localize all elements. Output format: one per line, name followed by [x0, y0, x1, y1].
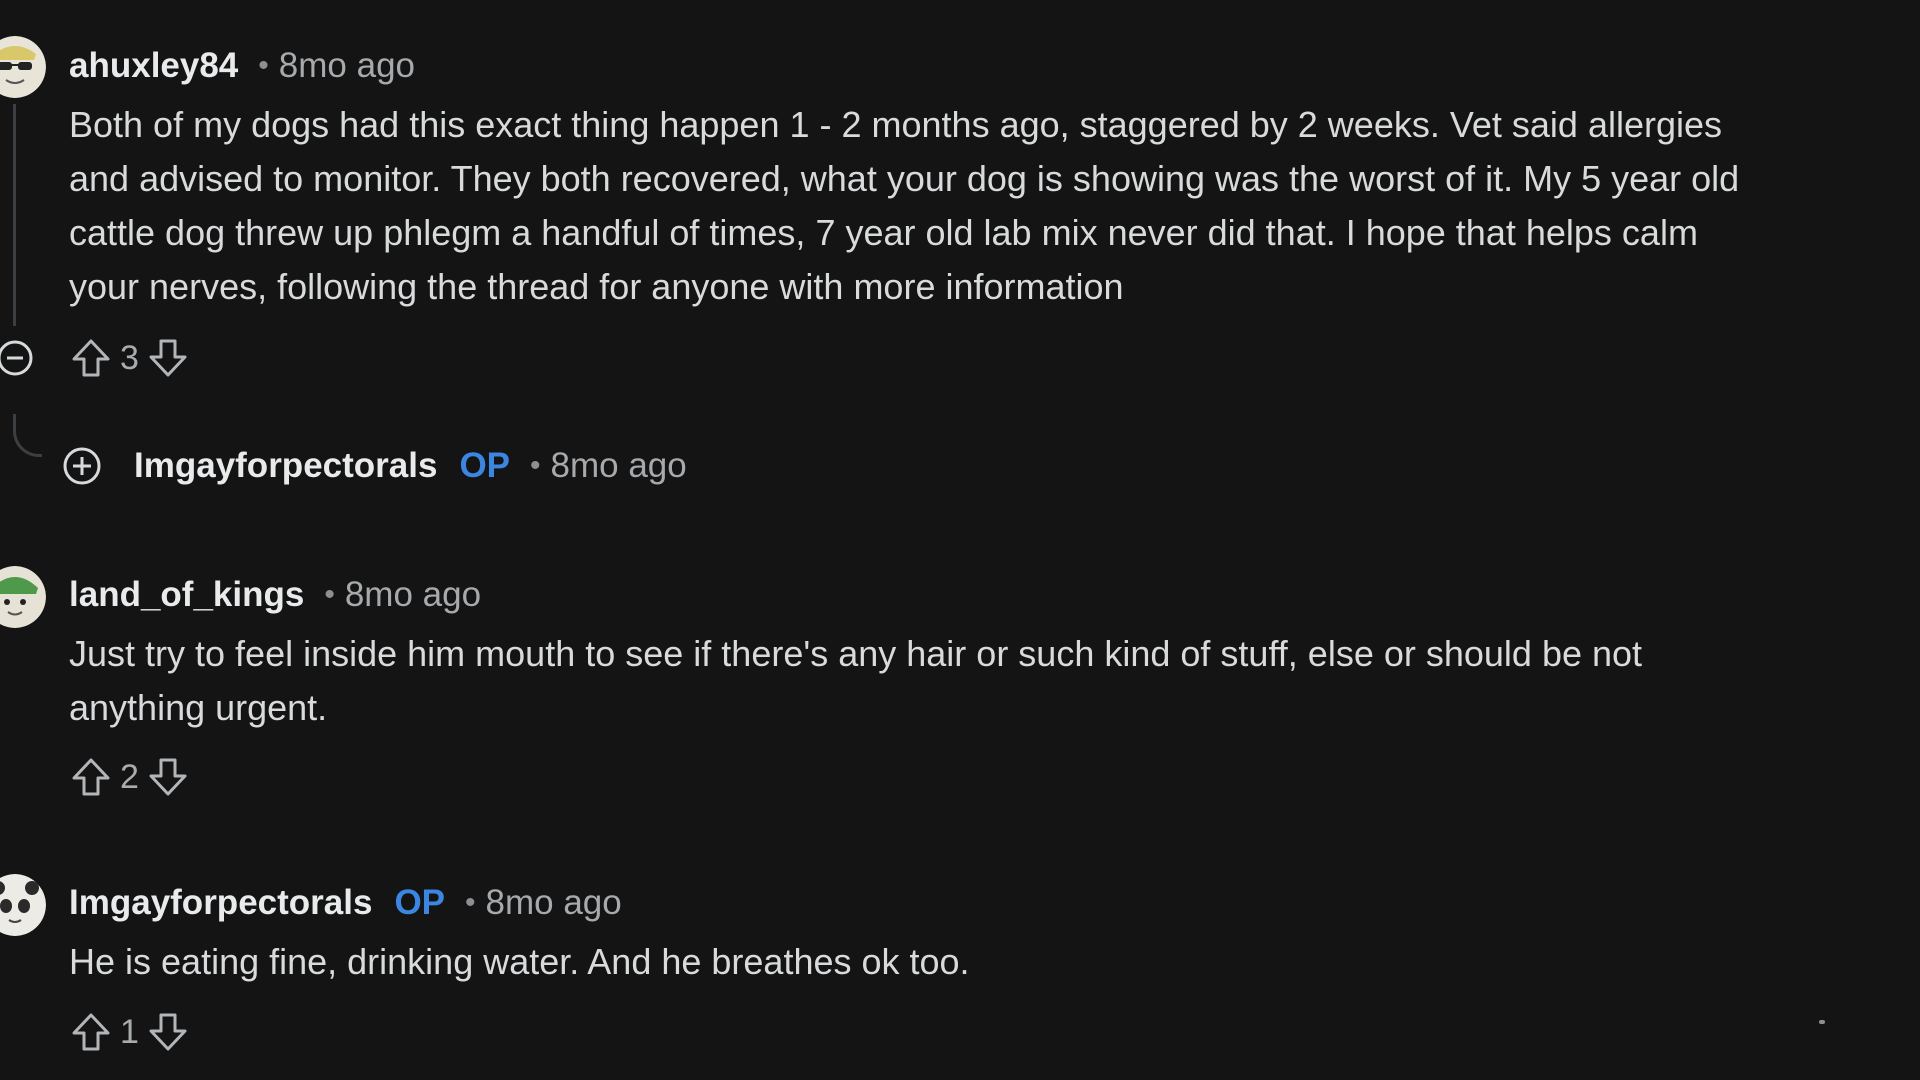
comment-line: and advised to monitor. They both recove…: [69, 158, 1740, 199]
vote-score: 1: [120, 1012, 139, 1051]
arrow-up-outline-icon: [72, 1013, 110, 1051]
comment-time[interactable]: 8mo ago: [551, 446, 687, 486]
comment-line: Both of my dogs had this exact thing hap…: [69, 104, 1723, 145]
comment-time[interactable]: 8mo ago: [486, 883, 622, 923]
comment-line: Just try to feel inside him mouth to see…: [69, 633, 1643, 674]
comment-line: He is eating fine, drinking water. And h…: [69, 941, 970, 982]
comment-meta: Imgayforpectorals OP • 8mo ago: [69, 881, 622, 925]
op-badge: OP: [394, 883, 446, 922]
comment-body: Both of my dogs had this exact thing hap…: [69, 98, 1909, 314]
comment-author[interactable]: Imgayforpectorals: [134, 446, 437, 486]
downvote-button[interactable]: [145, 1009, 191, 1055]
circle-plus-icon[interactable]: [62, 446, 102, 486]
meta-separator: •: [258, 49, 269, 82]
comment-body: Just try to feel inside him mouth to see…: [69, 627, 1909, 735]
vote-score: 3: [120, 338, 139, 377]
comment-body: He is eating fine, drinking water. And h…: [69, 935, 1909, 989]
downvote-button[interactable]: [145, 335, 191, 381]
comment-author[interactable]: Imgayforpectorals: [69, 883, 372, 923]
avatar-panda-icon[interactable]: [0, 874, 46, 936]
vote-bar: 3: [68, 333, 191, 383]
arrow-down-outline-icon: [149, 1013, 187, 1051]
thread-connector: [13, 414, 42, 457]
comment-line: anything urgent.: [69, 687, 328, 728]
arrow-down-outline-icon: [149, 758, 187, 796]
vote-bar: 2: [68, 752, 191, 802]
comment-meta: land_of_kings • 8mo ago: [69, 573, 481, 617]
comment-time[interactable]: 8mo ago: [345, 575, 481, 615]
upvote-button[interactable]: [68, 754, 114, 800]
circle-minus-icon[interactable]: [0, 339, 34, 377]
meta-separator: •: [530, 449, 541, 482]
downvote-button[interactable]: [145, 754, 191, 800]
comment-meta: Imgayforpectorals OP • 8mo ago: [134, 444, 687, 488]
meta-separator: •: [465, 886, 476, 919]
vote-bar: 1: [68, 1007, 191, 1057]
comment-line: cattle dog threw up phlegm a handful of …: [69, 212, 1698, 253]
comment-meta: ahuxley84 • 8mo ago: [69, 44, 415, 88]
arrow-down-outline-icon: [149, 339, 187, 377]
arrow-up-outline-icon: [72, 339, 110, 377]
upvote-button[interactable]: [68, 335, 114, 381]
comment-thread: ahuxley84 • 8mo ago Both of my dogs had …: [0, 0, 1920, 1080]
thread-line[interactable]: [13, 104, 16, 326]
comment-author[interactable]: land_of_kings: [69, 575, 304, 615]
comment-time[interactable]: 8mo ago: [279, 46, 415, 86]
meta-separator: •: [324, 578, 335, 611]
comment-author[interactable]: ahuxley84: [69, 46, 238, 86]
upvote-button[interactable]: [68, 1009, 114, 1055]
avatar-green-hat-icon[interactable]: [0, 566, 46, 628]
vote-score: 2: [120, 757, 139, 796]
arrow-up-outline-icon: [72, 758, 110, 796]
comment-line: your nerves, following the thread for an…: [69, 266, 1124, 307]
avatar-sunglasses-icon[interactable]: [0, 36, 46, 98]
cursor-speck: [1819, 1020, 1825, 1024]
op-badge: OP: [459, 446, 511, 485]
